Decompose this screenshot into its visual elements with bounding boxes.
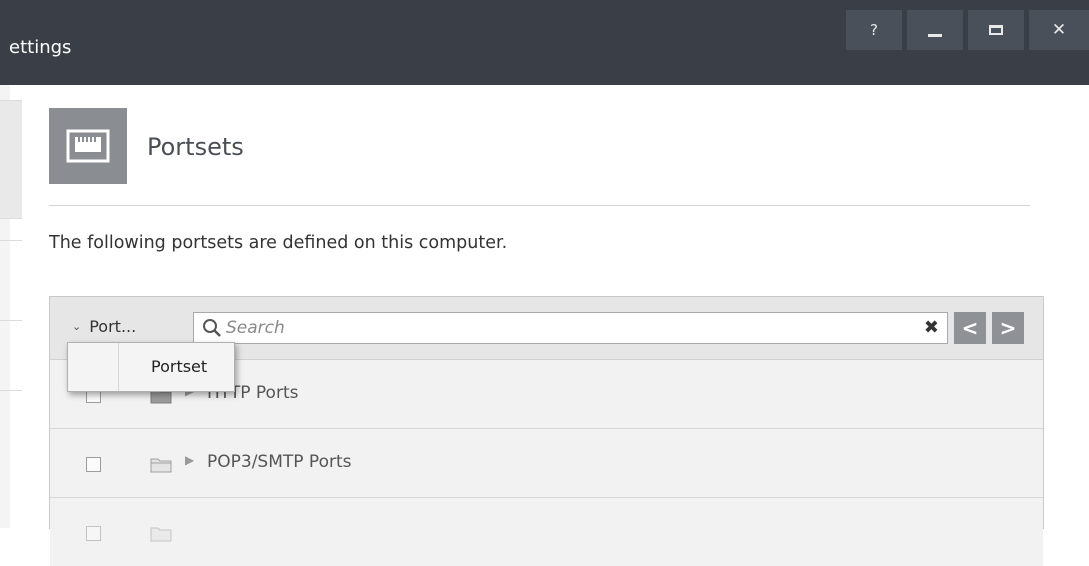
next-button[interactable]: > xyxy=(992,312,1024,344)
window-title: ettings xyxy=(9,37,72,58)
previous-button[interactable]: < xyxy=(954,312,986,344)
expand-arrow-icon[interactable]: ▶ xyxy=(185,453,194,467)
folder-icon xyxy=(150,458,172,473)
popup-check-column[interactable] xyxy=(68,343,119,391)
chevron-left-icon: < xyxy=(961,316,979,340)
portsets-header-icon xyxy=(49,108,127,184)
column-selector-popup: Portset xyxy=(67,342,235,392)
table-row[interactable] xyxy=(50,498,1043,566)
nav-separator xyxy=(0,218,22,219)
left-navigation-edge xyxy=(0,85,22,528)
clear-icon[interactable]: ✖ xyxy=(924,317,939,338)
table-row[interactable]: ▶ POP3/SMTP Ports xyxy=(50,429,1043,498)
row-checkbox[interactable] xyxy=(86,457,101,472)
search-input[interactable] xyxy=(226,313,906,343)
minimize-icon xyxy=(928,33,942,37)
header-divider xyxy=(49,205,1030,206)
search-icon xyxy=(203,319,221,337)
help-button[interactable]: ? xyxy=(846,10,902,50)
popup-option-portset[interactable]: Portset xyxy=(151,357,207,376)
maximize-icon xyxy=(989,25,1003,35)
column-selector[interactable]: ⌄ Port... xyxy=(72,317,136,336)
close-icon: ✕ xyxy=(1051,20,1067,40)
chevron-right-icon: > xyxy=(999,316,1017,340)
network-port-icon xyxy=(66,129,110,163)
portsets-list-panel: ⌄ Port... ✖ < > ▶ HTTP Ports xyxy=(49,296,1044,566)
close-button[interactable]: ✕ xyxy=(1029,10,1089,50)
nav-separator xyxy=(0,320,22,321)
page-title: Portsets xyxy=(147,133,244,161)
search-box: ✖ xyxy=(193,312,948,344)
nav-highlight xyxy=(0,100,22,218)
nav-separator xyxy=(0,100,22,101)
title-bar: ettings ? ✕ xyxy=(0,0,1089,85)
nav-separator xyxy=(0,390,22,391)
page-description: The following portsets are defined on th… xyxy=(49,233,508,253)
minimize-button[interactable] xyxy=(907,10,963,50)
help-icon: ? xyxy=(870,21,878,39)
nav-separator xyxy=(0,240,22,241)
chevron-down-icon: ⌄ xyxy=(72,320,82,333)
portset-name: POP3/SMTP Ports xyxy=(207,452,352,472)
column-selector-label: Port... xyxy=(89,317,137,336)
row-checkbox[interactable] xyxy=(86,526,101,541)
maximize-button[interactable] xyxy=(968,10,1024,50)
